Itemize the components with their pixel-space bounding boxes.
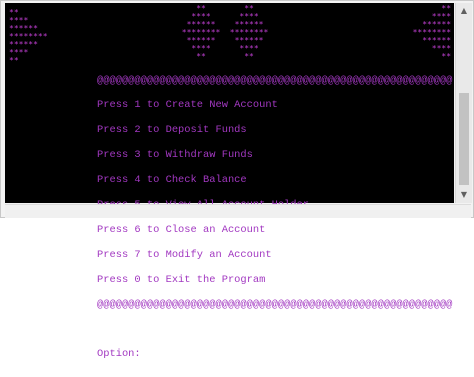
option-prompt-line[interactable]: Option: (97, 348, 452, 361)
console-area[interactable]: ** **** ****** ******** ****** **** ** ** **** **… (5, 3, 454, 360)
menu-option-7: Press 7 to Modify an Account (97, 248, 272, 261)
menu-border-bottom: @@@@@@@@@@@@@@@@@@@@@@@@@@@@@@@@@@@@@@@@… (97, 298, 453, 311)
option-prompt: Option: (97, 348, 141, 361)
menu-option-0: Press 0 to Exit the Program (97, 273, 266, 286)
menu-option-6: Press 6 to Close an Account (97, 223, 266, 236)
menu-option-4: Press 4 to Check Balance (97, 174, 247, 187)
menu-option-2: Press 2 to Deposit Funds (97, 124, 247, 137)
console-window: ** **** ****** ******** ****** **** ** ** **** **… (0, 0, 474, 360)
window-bottom-edge (5, 204, 471, 218)
star-diamond-left: ** (9, 56, 19, 65)
menu-option-3: Press 3 to Withdraw Funds (97, 149, 253, 162)
menu-border-top: @@@@@@@@@@@@@@@@@@@@@@@@@@@@@@@@@@@@@@@@… (97, 74, 453, 87)
triangle-down-icon[interactable]: ▼ (456, 187, 472, 203)
scrollbar-thumb[interactable] (459, 93, 469, 185)
menu-option-1: Press 1 to Create New Account (97, 99, 278, 112)
vertical-scrollbar[interactable]: ▲ ▼ (455, 3, 472, 203)
triangle-up-icon[interactable]: ▲ (456, 3, 472, 19)
